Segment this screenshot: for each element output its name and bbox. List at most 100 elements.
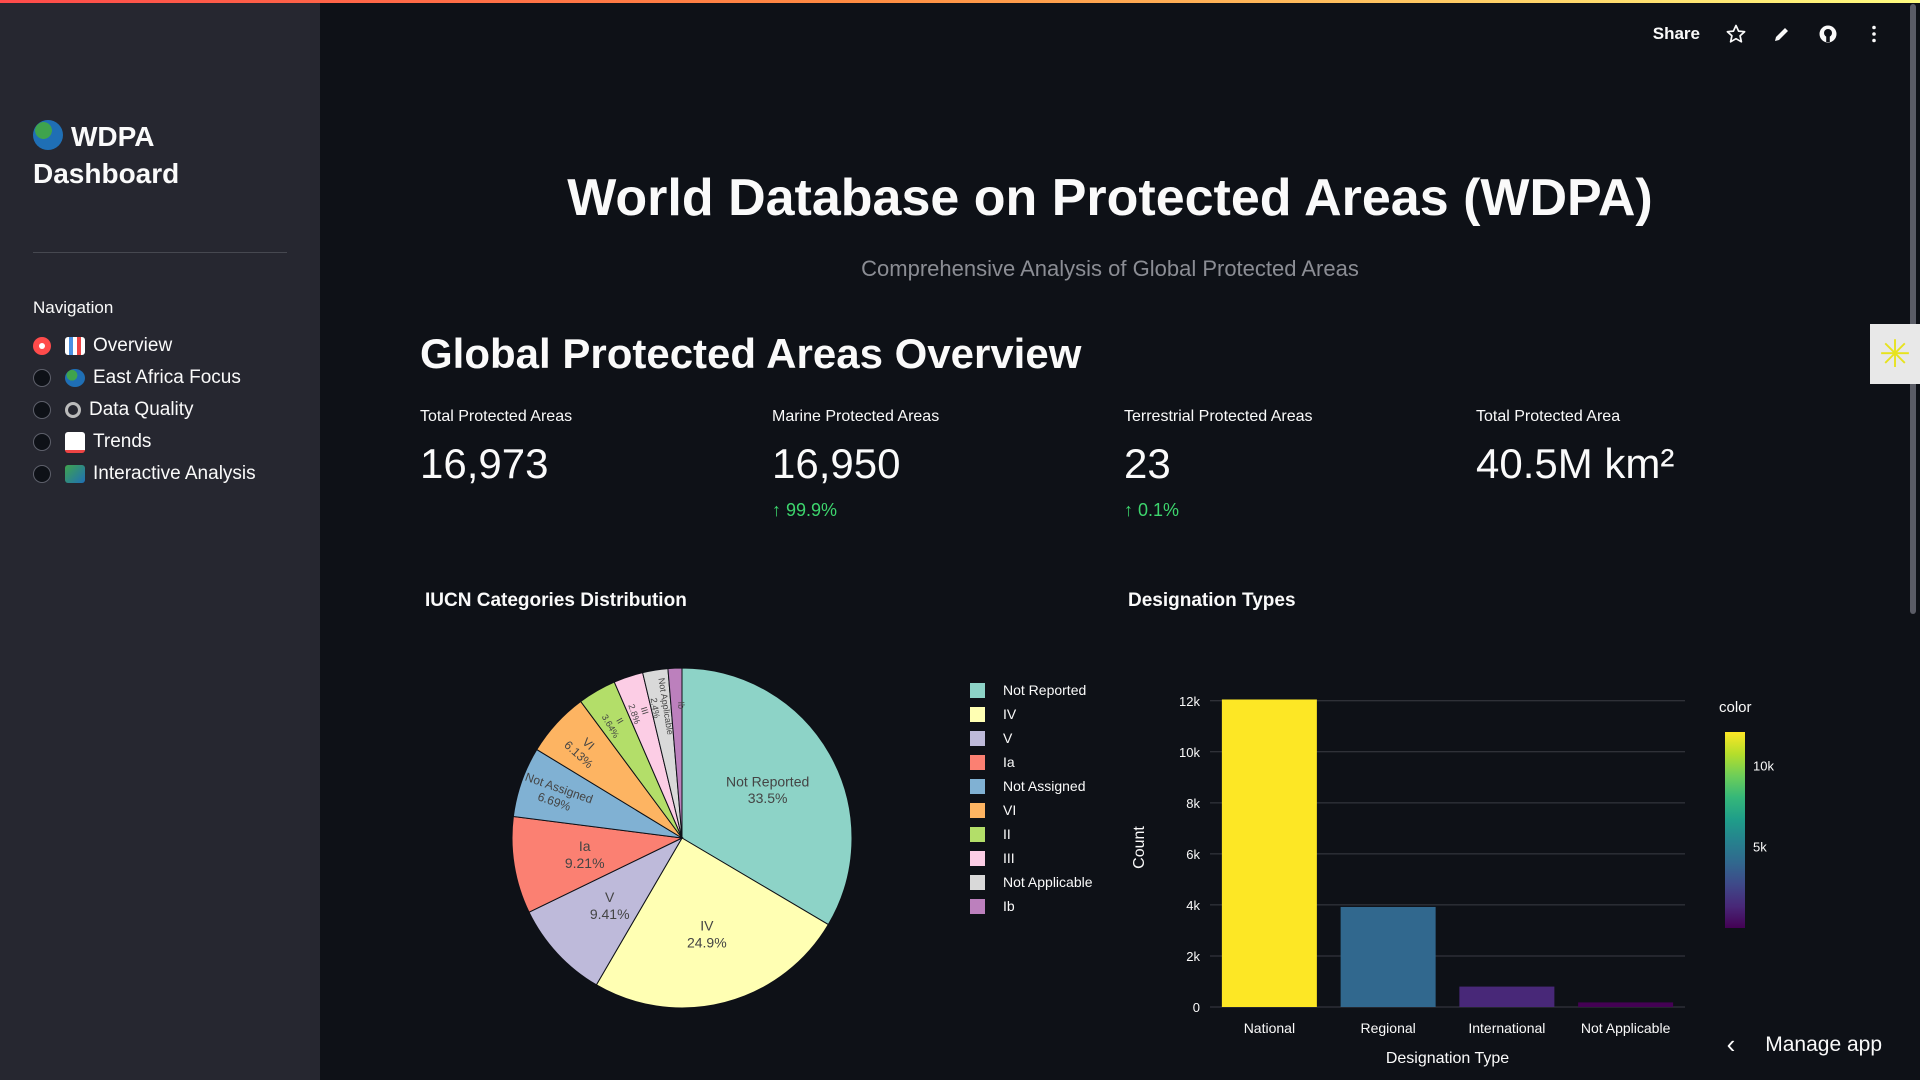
colorbar-tick-label: 10k [1753, 758, 1774, 773]
status-widget-icon[interactable]: ✳ [1870, 324, 1920, 384]
page-scrollbar[interactable] [1910, 4, 1916, 614]
legend-item[interactable]: VI [970, 798, 1093, 822]
manage-app-button[interactable]: ‹ Manage app [1727, 1029, 1882, 1060]
page-title: World Database on Protected Areas (WDPA) [567, 169, 1653, 227]
metric-terrestrial-protected-areas: Terrestrial Protected Areas 23 ↑ 0.1% [1124, 408, 1454, 521]
legend-swatch [970, 874, 985, 890]
chart-increasing-icon [65, 431, 85, 453]
legend-item[interactable]: III [970, 846, 1093, 870]
metric-label: Terrestrial Protected Areas [1124, 408, 1313, 425]
brand-title-line2: Dashboard [33, 158, 180, 189]
metric-value: 16,973 [420, 440, 549, 487]
legend-swatch [970, 730, 985, 746]
bar-chart-icon [65, 337, 85, 355]
legend-swatch [970, 706, 985, 722]
pencil-icon[interactable] [1772, 24, 1792, 44]
pie-slice-label: Ib [676, 701, 686, 709]
iucn-pie-chart[interactable]: Not Reported 33.5%IV 24.9%V 9.41%Ia 9.21%Not… [420, 620, 940, 1040]
radio-unselected-icon[interactable] [33, 433, 51, 451]
metric-total-protected-areas: Total Protected Areas 16,973 [420, 408, 750, 488]
y-tick-label: 0 [1193, 1000, 1200, 1015]
designation-bar-chart[interactable]: 0 2k 4k 6k 8k 10k 12k National Regional Internati… [1110, 660, 1820, 1080]
nav-item-overview[interactable]: Overview [33, 330, 256, 362]
arrow-up-icon: ↑ [772, 500, 787, 520]
metric-delta-value: 0.1% [1138, 500, 1180, 520]
legend-label: V [1003, 730, 1013, 746]
metric-value: 16,950 [772, 440, 901, 487]
legend-item[interactable]: V [970, 726, 1093, 750]
x-tick-label: Not Applicable [1581, 1020, 1671, 1036]
legend-swatch [970, 850, 985, 866]
legend-swatch [970, 802, 985, 818]
y-tick-label: 8k [1186, 796, 1200, 811]
navigation-label: Navigation [33, 298, 114, 317]
radio-unselected-icon[interactable] [33, 369, 51, 387]
bar[interactable] [1459, 986, 1555, 1007]
legend-label: II [1003, 826, 1011, 842]
nav-item-interactive-analysis[interactable]: Interactive Analysis [33, 458, 256, 490]
colorbar-title: color [1719, 699, 1752, 716]
bar[interactable] [1578, 1002, 1674, 1007]
x-axis-label: Designation Type [1386, 1050, 1509, 1067]
nav-item-label: Data Quality [89, 399, 194, 420]
github-icon[interactable] [1818, 24, 1838, 44]
legend-label: Ib [1003, 898, 1015, 914]
legend-label: III [1003, 850, 1015, 866]
metric-delta: ↑ 99.9% [772, 500, 1102, 521]
legend-item[interactable]: Not Reported [970, 678, 1093, 702]
magnifier-icon [65, 402, 81, 418]
metric-label: Total Protected Areas [420, 408, 573, 425]
metric-total-protected-area: Total Protected Area 40.5M km² [1476, 408, 1806, 488]
nav-item-data-quality[interactable]: Data Quality [33, 394, 256, 426]
radio-unselected-icon[interactable] [33, 401, 51, 419]
chevron-left-icon: ‹ [1726, 1029, 1736, 1059]
legend-item[interactable]: Not Applicable [970, 870, 1093, 894]
metric-delta-value: 99.9% [786, 500, 838, 520]
y-tick-label: 12k [1179, 694, 1200, 709]
bar[interactable] [1221, 699, 1317, 1007]
brand-title-line1: WDPA [71, 121, 155, 152]
section-title: Global Protected Areas Overview [420, 330, 1082, 377]
pie-chart-title: IUCN Categories Distribution [425, 590, 687, 611]
legend-item[interactable]: Ia [970, 750, 1093, 774]
radio-selected-icon[interactable] [33, 337, 51, 355]
legend-swatch [970, 826, 985, 842]
legend-item[interactable]: Ib [970, 894, 1093, 918]
radio-unselected-icon[interactable] [33, 465, 51, 483]
bar[interactable] [1340, 906, 1436, 1007]
x-tick-label: International [1468, 1020, 1545, 1036]
star-icon[interactable] [1726, 24, 1746, 44]
legend-swatch [970, 682, 985, 698]
metric-marine-protected-areas: Marine Protected Areas 16,950 ↑ 99.9% [772, 408, 1102, 521]
x-tick-label: National [1244, 1020, 1295, 1036]
metric-delta: ↑ 0.1% [1124, 500, 1454, 521]
y-tick-label: 2k [1186, 949, 1200, 964]
legend-swatch [970, 778, 985, 794]
legend-label: Not Assigned [1003, 778, 1086, 794]
y-tick-label: 4k [1186, 898, 1200, 913]
nav-item-trends[interactable]: Trends [33, 426, 256, 458]
nav-item-label: East Africa Focus [93, 367, 241, 388]
bar-chart-title: Designation Types [1128, 590, 1296, 611]
manage-app-label: Manage app [1765, 1032, 1882, 1056]
more-vertical-icon[interactable] [1864, 24, 1884, 44]
map-icon [65, 465, 85, 483]
sidebar-divider [33, 252, 287, 253]
y-tick-label: 10k [1179, 745, 1200, 760]
app-brand: WDPA Dashboard [33, 118, 293, 192]
nav-item-label: Interactive Analysis [93, 463, 256, 484]
legend-label: Not Reported [1003, 682, 1087, 698]
sidebar: WDPA Dashboard Navigation Overview East … [0, 0, 320, 1080]
nav-item-east-africa-focus[interactable]: East Africa Focus [33, 362, 256, 394]
page-subtitle: Comprehensive Analysis of Global Protect… [861, 256, 1359, 281]
legend-item[interactable]: II [970, 822, 1093, 846]
globe-icon [33, 120, 63, 150]
navigation-radio-group: Overview East Africa Focus Data Quality … [33, 330, 256, 490]
legend-item[interactable]: IV [970, 702, 1093, 726]
legend-item[interactable]: Not Assigned [970, 774, 1093, 798]
colorbar-tick-label: 5k [1753, 840, 1767, 855]
legend-label: Ia [1003, 754, 1015, 770]
legend-swatch [970, 754, 985, 770]
top-accent-bar [0, 0, 1920, 3]
share-button[interactable]: Share [1653, 24, 1700, 44]
